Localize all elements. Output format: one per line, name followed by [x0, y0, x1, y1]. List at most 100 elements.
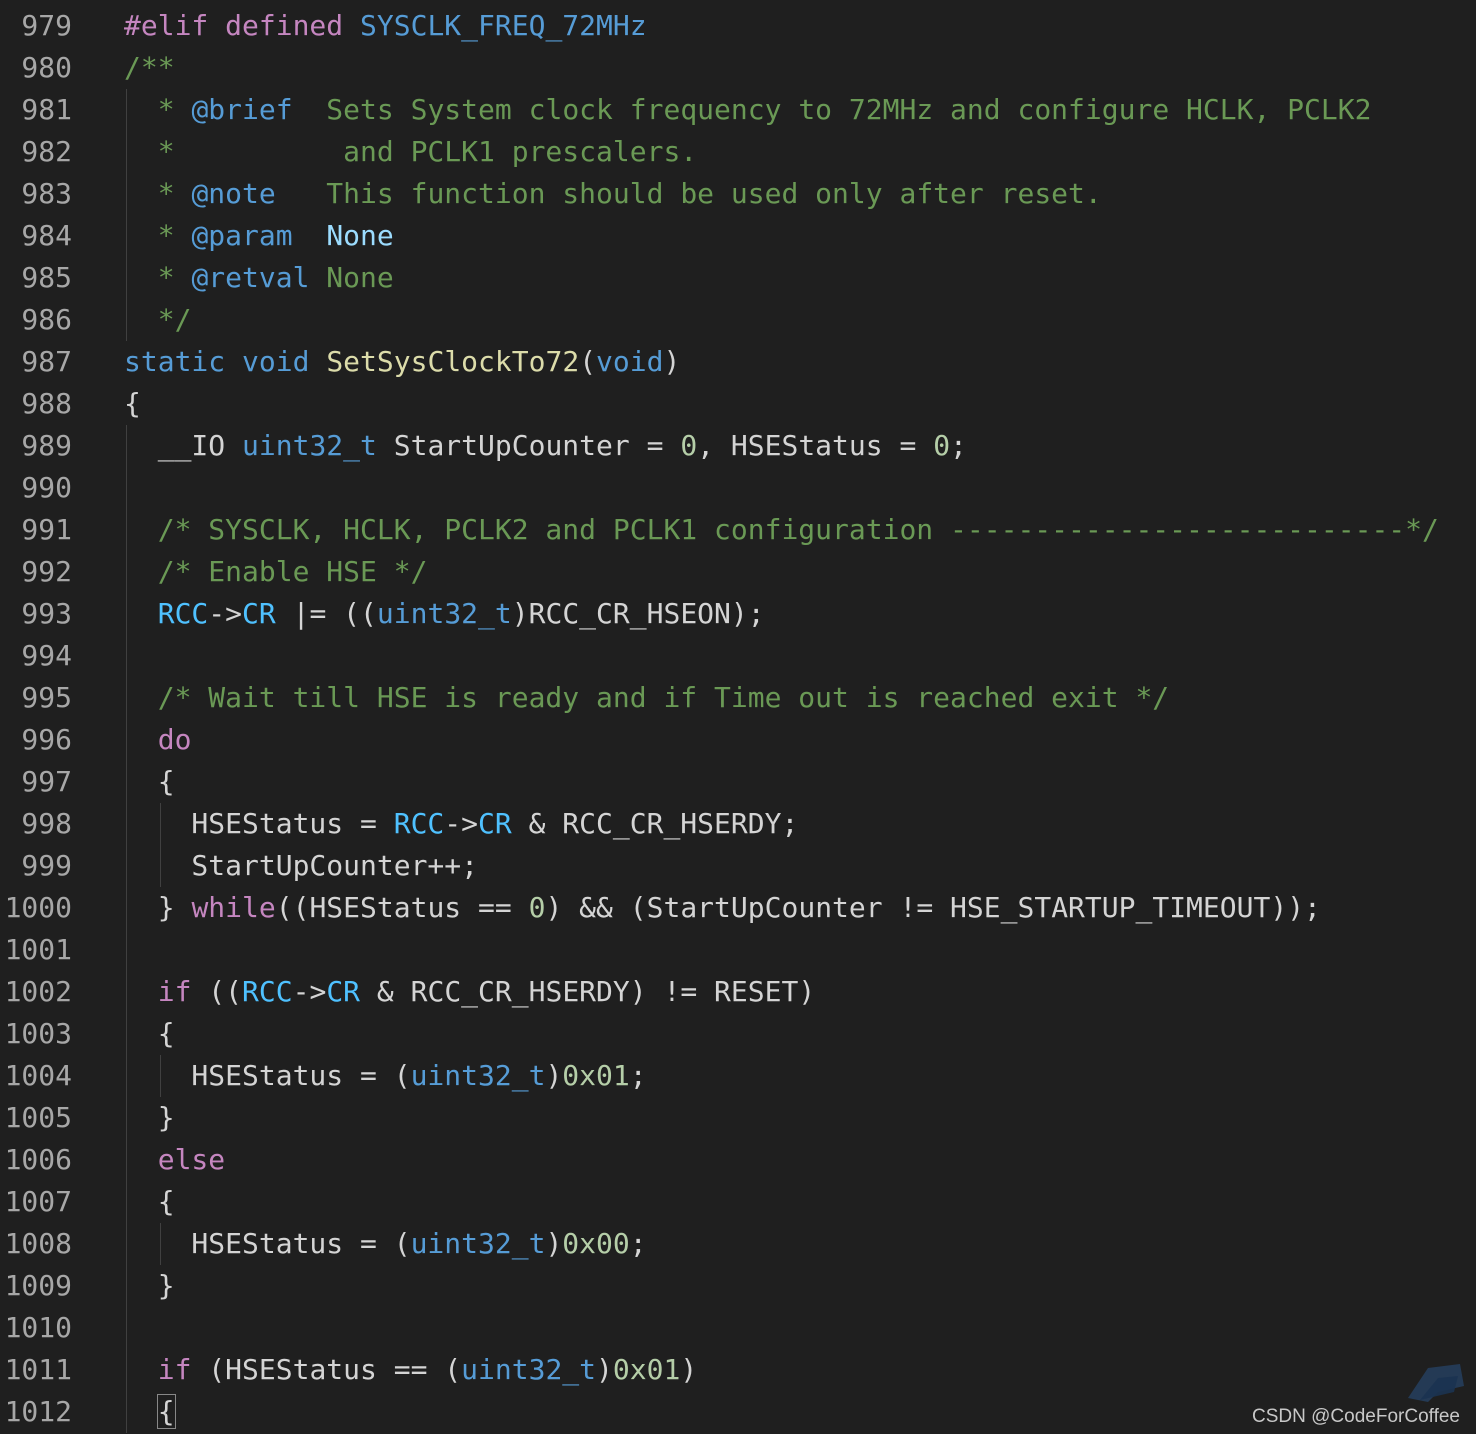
line-number: 984: [21, 219, 72, 252]
code-token: ->: [208, 597, 243, 630]
line-number: 979: [21, 9, 72, 42]
code-line[interactable]: 1002 if ((RCC->CR & RCC_CR_HSERDY) != RE…: [0, 971, 1476, 1013]
code-token: uint32_t: [461, 1353, 597, 1386]
code-token: (HSEStatus == (: [191, 1353, 462, 1386]
line-number: 1007: [4, 1185, 72, 1218]
indent-guide: [126, 467, 127, 509]
csdn-watermark: CSDN @CodeForCoffee: [1252, 1406, 1460, 1427]
code-token: uint32_t: [376, 597, 512, 630]
code-line[interactable]: 1007 {: [0, 1181, 1476, 1223]
code-line[interactable]: 993 RCC->CR |= ((uint32_t)RCC_CR_HSEON);: [0, 593, 1476, 635]
code-text: }: [124, 1265, 175, 1307]
code-line[interactable]: 1001: [0, 929, 1476, 971]
code-token: else: [157, 1143, 226, 1176]
code-token: ): [596, 1353, 613, 1386]
line-number: 1008: [4, 1227, 72, 1260]
code-token: static: [124, 345, 243, 378]
code-token: /**: [124, 51, 175, 84]
line-number: 996: [21, 723, 72, 756]
code-token: @retval: [191, 261, 310, 294]
code-text: do: [124, 719, 192, 761]
code-token: (: [579, 345, 597, 378]
line-number: 998: [21, 807, 72, 840]
code-token: HSEStatus =: [124, 807, 394, 840]
code-token: 0x01: [612, 1353, 681, 1386]
code-line[interactable]: 996 do: [0, 719, 1476, 761]
code-line[interactable]: 987 static void SetSysClockTo72(void): [0, 341, 1476, 383]
line-number: 999: [21, 849, 72, 882]
code-text: * @brief Sets System clock frequency to …: [124, 89, 1372, 131]
code-line[interactable]: 980 /**: [0, 47, 1476, 89]
code-line[interactable]: 998 HSEStatus = RCC->CR & RCC_CR_HSERDY;: [0, 803, 1476, 845]
code-token: 0x01: [562, 1059, 630, 1092]
code-token: ->: [292, 975, 327, 1008]
code-line[interactable]: 979 #elif defined SYSCLK_FREQ_72MHz: [0, 5, 1476, 47]
line-number: 1000: [4, 891, 72, 924]
code-line[interactable]: 994: [0, 635, 1476, 677]
code-token: *: [124, 177, 192, 210]
code-token: ->: [444, 807, 479, 840]
code-text: if ((RCC->CR & RCC_CR_HSERDY) != RESET): [124, 971, 815, 1013]
code-token: @param: [191, 219, 293, 252]
code-line[interactable]: 982 * and PCLK1 prescalers.: [0, 131, 1476, 173]
code-line[interactable]: 999 StartUpCounter++;: [0, 845, 1476, 887]
code-token: None: [309, 261, 394, 294]
code-line[interactable]: 1000 } while((HSEStatus == 0) && (StartU…: [0, 887, 1476, 929]
code-line[interactable]: 995 /* Wait till HSE is ready and if Tim…: [0, 677, 1476, 719]
code-line[interactable]: 991 /* SYSCLK, HCLK, PCLK2 and PCLK1 con…: [0, 509, 1476, 551]
code-line[interactable]: 1003 {: [0, 1013, 1476, 1055]
code-token: ;: [950, 429, 967, 462]
code-line[interactable]: 1004 HSEStatus = (uint32_t)0x01;: [0, 1055, 1476, 1097]
code-line[interactable]: 989 __IO uint32_t StartUpCounter = 0, HS…: [0, 425, 1476, 467]
code-text: {: [124, 1013, 175, 1055]
code-line[interactable]: 1008 HSEStatus = (uint32_t)0x00;: [0, 1223, 1476, 1265]
code-line[interactable]: 990: [0, 467, 1476, 509]
code-line[interactable]: 1010: [0, 1307, 1476, 1349]
code-token: {: [156, 1394, 176, 1429]
csdn-logo-icon: [1408, 1364, 1464, 1402]
code-line[interactable]: 1006 else: [0, 1139, 1476, 1181]
code-text: * @retval None: [124, 257, 394, 299]
code-token: SetSysClockTo72: [326, 345, 580, 378]
code-token: HSEStatus = (: [124, 1227, 411, 1260]
code-line[interactable]: 984 * @param None: [0, 215, 1476, 257]
code-token: RCC: [242, 975, 293, 1008]
line-number: 989: [21, 429, 72, 462]
code-line[interactable]: 992 /* Enable HSE */: [0, 551, 1476, 593]
code-token: RCC: [393, 807, 445, 840]
code-text: static void SetSysClockTo72(void): [124, 341, 680, 383]
code-line[interactable]: 1009 }: [0, 1265, 1476, 1307]
code-token: ((: [191, 975, 243, 1008]
code-token: )RCC_CR_HSEON);: [511, 597, 765, 630]
code-text: HSEStatus = RCC->CR & RCC_CR_HSERDY;: [124, 803, 798, 845]
code-token: HSEStatus = (: [124, 1059, 411, 1092]
code-line[interactable]: 997 {: [0, 761, 1476, 803]
code-line[interactable]: 981 * @brief Sets System clock frequency…: [0, 89, 1476, 131]
line-number: 985: [21, 261, 72, 294]
code-token: {: [124, 1185, 175, 1218]
line-number: 1012: [4, 1395, 72, 1428]
line-number: 987: [21, 345, 72, 378]
code-token: *: [124, 261, 192, 294]
code-line[interactable]: 985 * @retval None: [0, 257, 1476, 299]
code-line[interactable]: 1011 if (HSEStatus == (uint32_t)0x01): [0, 1349, 1476, 1391]
code-line[interactable]: 986 */: [0, 299, 1476, 341]
code-line[interactable]: 1005 }: [0, 1097, 1476, 1139]
code-token: 0: [680, 429, 698, 462]
code-token: {: [124, 765, 175, 798]
code-token: if: [157, 975, 192, 1008]
code-line[interactable]: 983 * @note This function should be used…: [0, 173, 1476, 215]
code-text: }: [124, 1097, 175, 1139]
line-number: 1011: [4, 1353, 72, 1386]
code-token: & RCC_CR_HSERDY) != RESET): [360, 975, 816, 1008]
code-editor[interactable]: 979 #elif defined SYSCLK_FREQ_72MHz 980 /**…: [0, 5, 1476, 1434]
code-line[interactable]: 988 {: [0, 383, 1476, 425]
code-token: 0x00: [562, 1227, 630, 1260]
line-number: 1005: [4, 1101, 72, 1134]
code-token: None: [326, 219, 394, 252]
line-number: 991: [21, 513, 72, 546]
code-text: __IO uint32_t StartUpCounter = 0, HSESta…: [124, 425, 967, 467]
line-number: 981: [21, 93, 72, 126]
